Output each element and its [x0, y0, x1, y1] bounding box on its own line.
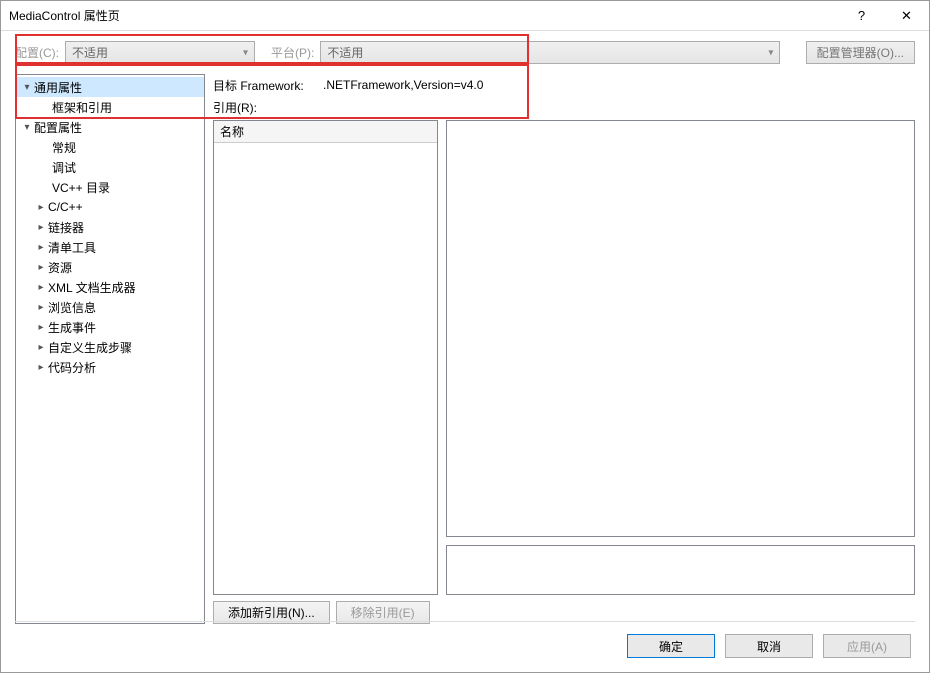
- chevron-down-icon: ▾: [243, 47, 248, 58]
- target-framework-label: 目标 Framework:: [213, 77, 323, 94]
- tree-label: 资源: [48, 259, 72, 276]
- references-row: 引用(R):: [213, 96, 915, 118]
- tree-item[interactable]: ▸链接器: [16, 217, 204, 237]
- config-row: 配置(C): 不适用 ▾ 平台(P): 不适用 ▾ 配置管理器(O)...: [1, 31, 929, 74]
- tree-label: XML 文档生成器: [48, 279, 136, 296]
- tree-item[interactable]: 调试: [16, 157, 204, 177]
- tree-label: 常规: [52, 139, 76, 156]
- chevron-right-icon: ▸: [34, 302, 48, 313]
- tree-label: VC++ 目录: [52, 179, 110, 196]
- panels: 名称: [213, 120, 915, 595]
- window-title: MediaControl 属性页: [9, 7, 839, 24]
- tree-label: 自定义生成步骤: [48, 339, 132, 356]
- platform-label: 平台(P):: [271, 44, 314, 61]
- tree-item[interactable]: 常规: [16, 137, 204, 157]
- tree-item[interactable]: ▸清单工具: [16, 237, 204, 257]
- tree-label: 配置属性: [34, 119, 82, 136]
- chevron-right-icon: ▸: [34, 322, 48, 333]
- ok-button[interactable]: 确定: [627, 634, 715, 658]
- tree-label: 代码分析: [48, 359, 96, 376]
- chevron-down-icon: ▾: [20, 122, 34, 133]
- chevron-right-icon: ▸: [34, 242, 48, 253]
- tree-item[interactable]: ▸资源: [16, 257, 204, 277]
- tree-item[interactable]: ▸生成事件: [16, 317, 204, 337]
- tree-item[interactable]: ▸自定义生成步骤: [16, 337, 204, 357]
- detail-column: [446, 120, 915, 595]
- tree-label: 框架和引用: [52, 99, 112, 116]
- config-manager-button[interactable]: 配置管理器(O)...: [806, 41, 915, 64]
- chevron-down-icon: ▾: [768, 47, 773, 58]
- help-button[interactable]: ?: [839, 1, 884, 31]
- chevron-right-icon: ▸: [34, 282, 48, 293]
- detail-panel-top: [446, 120, 915, 537]
- cancel-button[interactable]: 取消: [725, 634, 813, 658]
- tree-item[interactable]: VC++ 目录: [16, 177, 204, 197]
- references-label: 引用(R):: [213, 99, 323, 116]
- close-button[interactable]: ✕: [884, 1, 929, 31]
- dialog-buttons: 确定 取消 应用(A): [627, 634, 911, 658]
- config-label: 配置(C):: [15, 44, 59, 61]
- tree-item-general[interactable]: ▾ 通用属性: [16, 77, 204, 97]
- tree-label: C/C++: [48, 200, 83, 214]
- separator: [15, 621, 915, 622]
- tree-item-framework-refs[interactable]: 框架和引用: [16, 97, 204, 117]
- references-list[interactable]: 名称: [213, 120, 438, 595]
- tree-item[interactable]: ▸XML 文档生成器: [16, 277, 204, 297]
- column-header-name[interactable]: 名称: [214, 121, 437, 143]
- chevron-down-icon: ▾: [20, 82, 34, 93]
- tree-item-config-props[interactable]: ▾ 配置属性: [16, 117, 204, 137]
- tree-label: 浏览信息: [48, 299, 96, 316]
- chevron-right-icon: ▸: [34, 262, 48, 273]
- chevron-right-icon: ▸: [34, 342, 48, 353]
- tree-item[interactable]: ▸浏览信息: [16, 297, 204, 317]
- tree-label: 清单工具: [48, 239, 96, 256]
- config-value: 不适用: [72, 44, 108, 61]
- tree-label: 调试: [52, 159, 76, 176]
- chevron-right-icon: ▸: [34, 202, 48, 213]
- right-pane: 目标 Framework: .NETFramework,Version=v4.0…: [213, 74, 915, 624]
- target-framework-value: .NETFramework,Version=v4.0: [323, 78, 483, 92]
- apply-button: 应用(A): [823, 634, 911, 658]
- config-select[interactable]: 不适用 ▾: [65, 41, 255, 64]
- tree-panel[interactable]: ▾ 通用属性 框架和引用 ▾ 配置属性 常规 调试 VC++ 目录 ▸C/C++…: [15, 74, 205, 624]
- platform-select[interactable]: 不适用 ▾: [320, 41, 780, 64]
- tree-item[interactable]: ▸代码分析: [16, 357, 204, 377]
- tree-label: 通用属性: [34, 79, 82, 96]
- tree-label: 链接器: [48, 219, 84, 236]
- platform-value: 不适用: [327, 44, 363, 61]
- chevron-right-icon: ▸: [34, 222, 48, 233]
- titlebar: MediaControl 属性页 ? ✕: [1, 1, 929, 31]
- chevron-right-icon: ▸: [34, 362, 48, 373]
- tree-label: 生成事件: [48, 319, 96, 336]
- target-framework-row: 目标 Framework: .NETFramework,Version=v4.0: [213, 74, 915, 96]
- main-area: ▾ 通用属性 框架和引用 ▾ 配置属性 常规 调试 VC++ 目录 ▸C/C++…: [1, 74, 929, 624]
- detail-panel-bottom: [446, 545, 915, 595]
- tree-item[interactable]: ▸C/C++: [16, 197, 204, 217]
